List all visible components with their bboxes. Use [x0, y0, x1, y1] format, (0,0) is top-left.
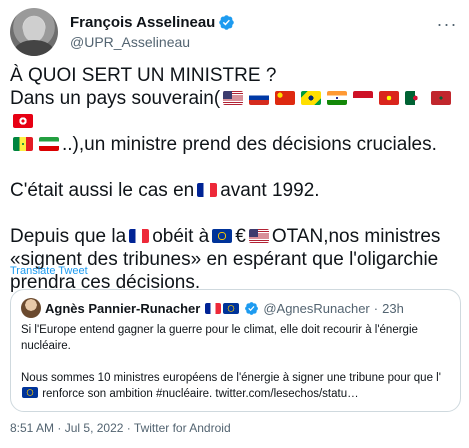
tunisia-flag-icon	[13, 114, 33, 128]
us-flag-icon	[248, 229, 269, 243]
iran-flag-icon	[39, 137, 59, 151]
tweet-header: François Asselineau @UPR_Asselineau ···	[10, 8, 459, 56]
quoted-tweet-text: Si l'Europe entend gagner la guerre pour…	[21, 322, 453, 402]
brazil-flag-icon	[301, 91, 322, 105]
quoted-tweet-header: Agnès Pannier-Runacher @AgnesRunacher · …	[21, 298, 404, 318]
tweet-time[interactable]: 8:51 AM	[10, 421, 54, 435]
france-flag-icon	[205, 302, 222, 314]
algeria-flag-icon	[405, 91, 426, 105]
author-display-name[interactable]: François Asselineau	[70, 14, 215, 31]
more-options-icon[interactable]: ···	[435, 15, 459, 38]
verified-badge-icon	[245, 301, 259, 315]
us-flag-icon	[223, 91, 244, 105]
tweet-line: Depuis que la obéit à € OTAN,nos ministres	[10, 226, 441, 247]
tweet-line: Dans un pays souverain(	[10, 87, 462, 133]
tweet-source: Twitter for Android	[133, 421, 231, 435]
separator-dot: ·	[126, 421, 131, 435]
tweet-text: À QUOI SERT UN MINISTRE ? Dans un pays s…	[10, 64, 462, 294]
author-block: François Asselineau @UPR_Asselineau	[70, 14, 235, 50]
quoted-author-name: Agnès Pannier-Runacher	[45, 300, 201, 316]
separator-dot: ·	[57, 421, 62, 435]
france-flag-icon	[197, 183, 218, 197]
eu-flag-icon	[223, 302, 240, 314]
quoted-author-handle: @AgnesRunacher	[263, 300, 370, 316]
tweet-line: À QUOI SERT UN MINISTRE ?	[10, 65, 277, 86]
author-handle[interactable]: @UPR_Asselineau	[70, 34, 235, 50]
quoted-time: 23h	[382, 300, 404, 316]
vietnam-flag-icon	[379, 91, 400, 105]
india-flag-icon	[327, 91, 348, 105]
quoted-avatar	[21, 298, 41, 318]
france-flag-icon	[129, 229, 150, 243]
quoted-tweet[interactable]: Agnès Pannier-Runacher @AgnesRunacher · …	[10, 289, 461, 412]
russia-flag-icon	[249, 91, 270, 105]
tweet-line: C'était aussi le cas en avant 1992.	[10, 180, 320, 201]
eu-flag-icon	[212, 229, 233, 243]
tweet-line: ..),un ministre prend des décisions cruc…	[10, 133, 462, 156]
quoted-paragraph: Nous sommes 10 ministres européens de l'…	[21, 372, 441, 400]
translate-tweet-link[interactable]: Translate Tweet	[10, 265, 88, 277]
eu-flag-icon	[22, 387, 38, 398]
tweet-metadata: 8:51 AM · Jul 5, 2022 · Twitter for Andr…	[10, 421, 231, 435]
morocco-flag-icon	[431, 91, 452, 105]
quoted-paragraph: Si l'Europe entend gagner la guerre pour…	[21, 324, 418, 352]
tweet-date[interactable]: Jul 5, 2022	[65, 421, 124, 435]
china-flag-icon	[275, 91, 296, 105]
separator-dot: ·	[373, 300, 379, 316]
verified-badge-icon	[219, 15, 235, 30]
indonesia-flag-icon	[353, 91, 374, 105]
senegal-flag-icon	[13, 137, 33, 151]
avatar[interactable]	[10, 8, 58, 56]
